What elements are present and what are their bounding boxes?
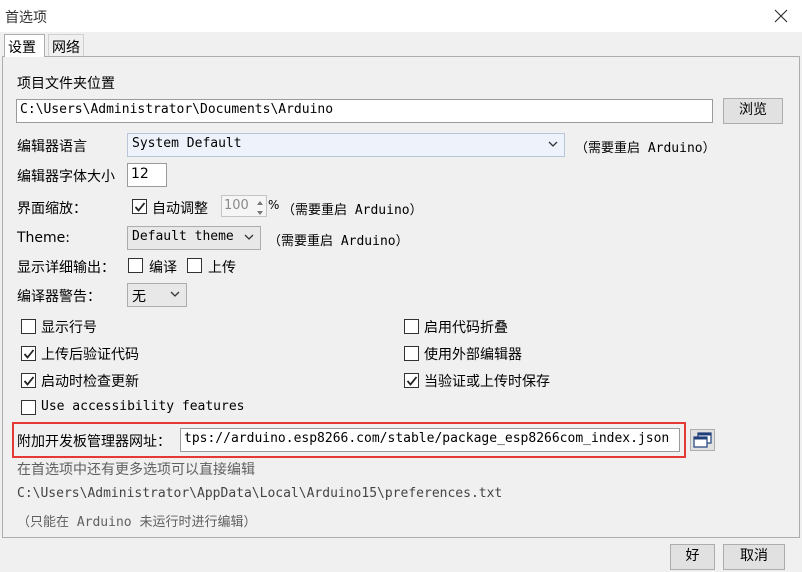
cancel-button[interactable]: 取消 <box>723 544 785 570</box>
scale-auto-label: 自动调整 <box>152 201 208 217</box>
tab-settings[interactable]: 设置 <box>4 34 45 57</box>
scale-restart-note: （需要重启 Arduino） <box>282 203 423 218</box>
scale-decrement-button[interactable] <box>254 206 266 216</box>
check-icon <box>23 376 35 386</box>
boards-url-input[interactable]: tps://arduino.esp8266.com/stable/package… <box>180 428 680 452</box>
close-button[interactable] <box>768 4 794 28</box>
scale-increment-button[interactable] <box>254 196 266 206</box>
prefs-file-path: C:\Users\Administrator\AppData\Local\Ard… <box>17 486 503 501</box>
line-numbers-checkbox[interactable] <box>21 319 36 334</box>
title-bar: 首选项 <box>0 0 802 32</box>
theme-value: Default theme <box>132 229 234 244</box>
font-size-input[interactable]: 12 <box>127 163 167 187</box>
verbose-upload-checkbox[interactable] <box>187 258 202 273</box>
accessibility-label: Use accessibility features <box>41 399 245 414</box>
language-select[interactable]: System Default <box>127 133 565 157</box>
tab-bar: 设置 网络 <box>0 32 802 57</box>
chevron-down-icon <box>548 141 558 147</box>
chevron-down-icon <box>244 234 254 240</box>
window-title: 首选项 <box>5 10 47 26</box>
warnings-select[interactable]: 无 <box>127 283 187 307</box>
save-on-verify-checkbox[interactable] <box>404 373 419 388</box>
external-editor-checkbox[interactable] <box>404 346 419 361</box>
ok-button[interactable]: 好 <box>670 544 715 570</box>
verbose-label: 显示详细输出： <box>17 260 115 276</box>
language-restart-note: （需要重启 Arduino） <box>575 141 716 156</box>
sketchbook-path-input[interactable]: C:\Users\Administrator\Documents\Arduino <box>16 99 713 123</box>
verbose-compile-checkbox[interactable] <box>128 258 143 273</box>
code-folding-label: 启用代码折叠 <box>424 320 508 336</box>
accessibility-checkbox[interactable] <box>21 400 36 415</box>
scale-unit: % <box>268 198 280 212</box>
font-size-label: 编辑器字体大小 <box>17 169 115 185</box>
line-numbers-label: 显示行号 <box>41 320 97 336</box>
verbose-upload-label: 上传 <box>208 260 236 276</box>
boards-url-label: 附加开发板管理器网址： <box>17 434 171 450</box>
scale-value: 100 <box>224 198 249 213</box>
more-prefs-note: 在首选项中还有更多选项可以直接编辑 <box>17 462 255 478</box>
prefs-edit-note: （只能在 Arduino 未运行时进行编辑） <box>17 515 257 530</box>
scale-label: 界面缩放： <box>17 201 87 217</box>
verify-after-upload-label: 上传后验证代码 <box>41 347 139 363</box>
chevron-down-icon <box>257 211 263 215</box>
verify-after-upload-checkbox[interactable] <box>21 346 36 361</box>
tab-network[interactable]: 网络 <box>48 34 84 57</box>
window-icon <box>693 432 712 448</box>
preferences-window: 首选项 设置 网络 项目文件夹位置 C:\Users\Administrator… <box>0 0 802 572</box>
check-updates-label: 启动时检查更新 <box>41 374 139 390</box>
browse-button[interactable]: 浏览 <box>723 98 783 124</box>
warnings-value: 无 <box>132 289 146 305</box>
save-on-verify-label: 当验证或上传时保存 <box>424 374 550 390</box>
verbose-compile-label: 编译 <box>149 260 177 276</box>
warnings-label: 编译器警告： <box>17 289 101 305</box>
close-icon <box>774 9 788 23</box>
theme-restart-note: （需要重启 Arduino） <box>268 234 409 249</box>
language-value: System Default <box>132 136 242 151</box>
check-icon <box>134 202 146 212</box>
scale-auto-checkbox[interactable] <box>132 199 147 214</box>
sketchbook-label: 项目文件夹位置 <box>17 76 115 92</box>
check-icon <box>23 349 35 359</box>
code-folding-checkbox[interactable] <box>404 319 419 334</box>
scale-spinner[interactable]: 100 <box>221 195 267 217</box>
boards-url-editor-button[interactable] <box>690 429 715 451</box>
external-editor-label: 使用外部编辑器 <box>424 347 522 363</box>
chevron-down-icon <box>170 291 180 297</box>
theme-label: Theme: <box>17 230 71 246</box>
theme-select[interactable]: Default theme <box>127 226 261 250</box>
language-label: 编辑器语言 <box>17 139 87 155</box>
check-icon <box>406 376 418 386</box>
check-updates-checkbox[interactable] <box>21 373 36 388</box>
